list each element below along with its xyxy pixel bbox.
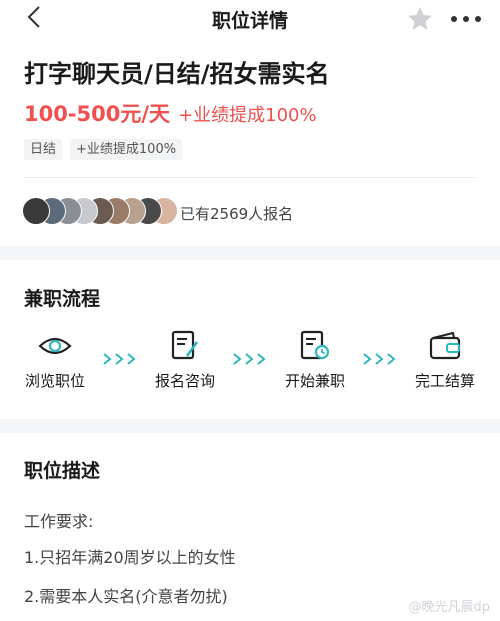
requirement-item: 1.只招年满20周岁以上的女性 (24, 548, 236, 567)
document-clock-icon (300, 330, 330, 360)
step-start: 开始兼职 (265, 330, 365, 391)
step-label: 浏览职位 (24, 372, 85, 390)
description-section-title: 职位描述 (24, 460, 101, 482)
salary-line: 100-500元/天 +业绩提成100% (24, 98, 317, 128)
chevron-right-triple-icon (103, 353, 136, 365)
job-title: 打字聊天员/日结/招女需实名 (24, 60, 330, 88)
requirement-item: 2.需要本人实名(介意者勿扰) (24, 587, 228, 606)
step-browse: 浏览职位 (5, 330, 105, 391)
process-section-title: 兼职流程 (24, 288, 101, 310)
chevron-right-triple-icon (233, 353, 266, 365)
requirements-heading: 工作要求: (24, 512, 94, 531)
salary-bonus: +业绩提成100% (178, 105, 317, 126)
tag-daily-settlement: 日结 (24, 139, 63, 160)
applicant-avatars (22, 197, 182, 225)
tag-commission: +业绩提成100% (70, 139, 183, 160)
section-separator (0, 419, 500, 433)
chevron-right-triple-icon (363, 353, 396, 365)
step-label: 报名咨询 (154, 372, 215, 390)
more-dots-icon[interactable] (448, 5, 484, 33)
divider (24, 177, 476, 178)
avatar (22, 197, 50, 225)
eye-icon (38, 337, 72, 355)
step-signup: 报名咨询 (135, 330, 235, 391)
document-edit-icon (171, 330, 199, 360)
job-tags: 日结 +业绩提成100% (24, 139, 183, 160)
step-settle: 完工结算 (395, 330, 495, 391)
salary-range: 100-500元/天 (24, 102, 171, 126)
step-label: 完工结算 (414, 372, 475, 390)
section-separator (0, 246, 500, 260)
step-label: 开始兼职 (284, 372, 345, 390)
star-icon[interactable] (406, 5, 434, 33)
watermark: @晚光凡晨dp (408, 600, 490, 615)
applicant-count: 已有2569人报名 (180, 205, 294, 223)
top-nav-bar: 职位详情 (0, 0, 500, 38)
wallet-icon (429, 331, 461, 360)
